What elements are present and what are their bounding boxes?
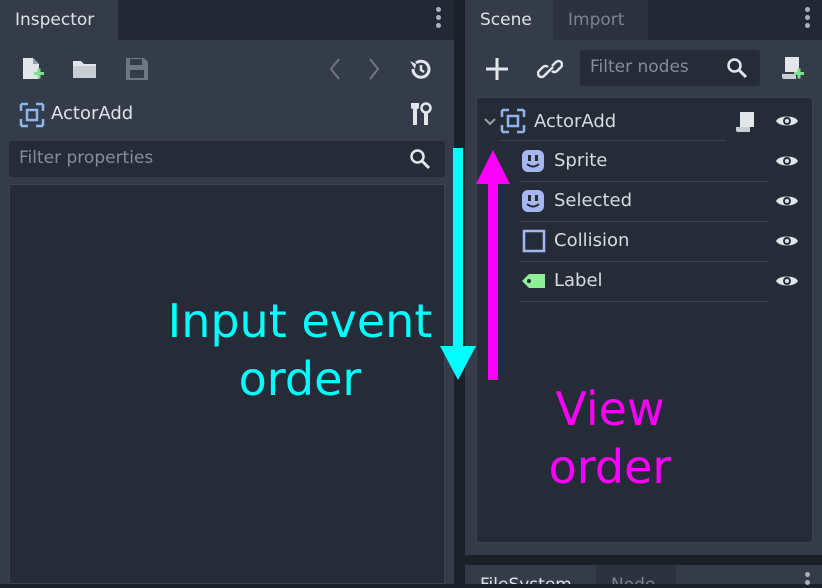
tab-node[interactable]: Node bbox=[596, 565, 676, 584]
input-order-arrow bbox=[440, 148, 476, 382]
search-icon bbox=[726, 57, 748, 79]
open-folder-icon[interactable] bbox=[71, 56, 99, 82]
tree-item-label[interactable]: Collision bbox=[554, 230, 629, 251]
visibility-eye-icon[interactable] bbox=[775, 273, 799, 289]
add-node-icon[interactable] bbox=[483, 55, 511, 83]
control-icon bbox=[500, 108, 526, 134]
sprite-icon bbox=[521, 189, 545, 213]
tab-filesystem[interactable]: FileSystem bbox=[465, 565, 596, 584]
tree-item-label[interactable]: Selected bbox=[554, 190, 632, 211]
inspector-node-name: ActorAdd bbox=[51, 103, 134, 124]
bottom-dock: FileSystem Node bbox=[465, 565, 822, 585]
row-divider bbox=[500, 140, 726, 141]
inspector-menu-icon[interactable] bbox=[436, 7, 442, 31]
tab-scene[interactable]: Scene bbox=[465, 0, 553, 40]
tree-item-label[interactable]: Sprite bbox=[554, 150, 607, 171]
dock-menu-icon[interactable] bbox=[805, 572, 811, 588]
history-forward-icon[interactable] bbox=[367, 56, 381, 82]
scene-menu-icon[interactable] bbox=[805, 7, 811, 31]
view-order-arrow bbox=[474, 148, 512, 382]
filter-nodes-input[interactable] bbox=[590, 57, 710, 77]
visibility-eye-icon[interactable] bbox=[775, 113, 799, 129]
label-icon bbox=[521, 272, 547, 290]
new-resource-icon[interactable] bbox=[19, 56, 45, 82]
scene-tabbar: Scene Import bbox=[465, 0, 822, 40]
control-icon bbox=[19, 102, 45, 128]
search-icon bbox=[409, 148, 431, 170]
visibility-eye-icon[interactable] bbox=[775, 153, 799, 169]
filter-properties-field[interactable] bbox=[9, 141, 445, 177]
chevron-down-icon[interactable] bbox=[483, 114, 497, 128]
collision-shape-icon bbox=[522, 229, 546, 253]
tab-import[interactable]: Import bbox=[553, 0, 648, 40]
script-icon[interactable] bbox=[733, 109, 759, 135]
view-order-label: View order bbox=[548, 382, 672, 494]
sprite-icon bbox=[521, 149, 545, 173]
tools-icon[interactable] bbox=[408, 101, 434, 127]
tab-inspector[interactable]: Inspector bbox=[0, 0, 118, 40]
input-event-order-label: Input event order bbox=[167, 294, 433, 406]
history-back-icon[interactable] bbox=[328, 56, 342, 82]
visibility-eye-icon[interactable] bbox=[775, 193, 799, 209]
inspector-tabbar: Inspector bbox=[0, 0, 454, 40]
attach-script-icon[interactable] bbox=[779, 54, 805, 82]
instance-scene-icon[interactable] bbox=[536, 55, 564, 83]
save-icon[interactable] bbox=[124, 56, 150, 82]
visibility-eye-icon[interactable] bbox=[775, 233, 799, 249]
tree-item-root-label[interactable]: ActorAdd bbox=[534, 111, 616, 132]
tree-item-label[interactable]: Label bbox=[554, 270, 603, 291]
object-history-icon[interactable] bbox=[408, 56, 434, 82]
filter-properties-input[interactable] bbox=[19, 148, 360, 168]
